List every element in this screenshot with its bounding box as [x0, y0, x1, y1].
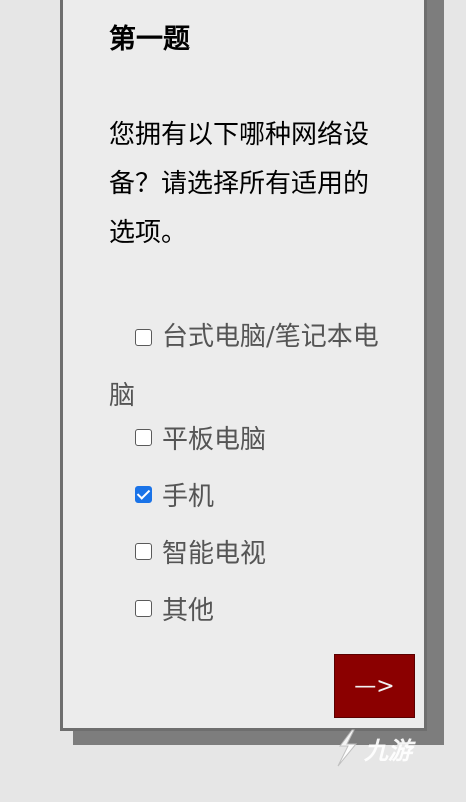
- option-other[interactable]: 其他: [135, 588, 214, 628]
- option-phone[interactable]: 手机: [135, 474, 214, 514]
- option-smart-tv[interactable]: 智能电视: [135, 531, 266, 571]
- checkbox[interactable]: [135, 542, 152, 560]
- question-text: 您拥有以下哪种网络设备？请选择所有适用的选项。: [109, 120, 370, 248]
- option-tablet[interactable]: 平板电脑: [135, 417, 266, 457]
- survey-card: 第一题 您拥有以下哪种网络设备？请选择所有适用的选项。 台式电脑/笔记本电脑 平…: [60, 0, 427, 731]
- next-button[interactable]: —>: [334, 654, 415, 718]
- question-title: 第一题: [109, 24, 190, 55]
- checkbox[interactable]: [135, 599, 152, 617]
- checkbox[interactable]: [135, 428, 152, 446]
- logo-icon: [337, 729, 358, 767]
- option-label: 智能电视: [162, 538, 267, 569]
- watermark-text: 九游: [364, 736, 412, 765]
- watermark: 九游: [332, 724, 442, 772]
- next-button-label: —>: [354, 673, 395, 699]
- checkbox-checked[interactable]: [135, 485, 152, 503]
- option-label: 手机: [162, 481, 215, 512]
- checkbox[interactable]: [135, 329, 152, 346]
- option-label: 平板电脑: [162, 424, 267, 455]
- option-label: 其他: [162, 595, 215, 626]
- option-desktop-laptop[interactable]: 台式电脑/笔记本电脑: [109, 309, 379, 427]
